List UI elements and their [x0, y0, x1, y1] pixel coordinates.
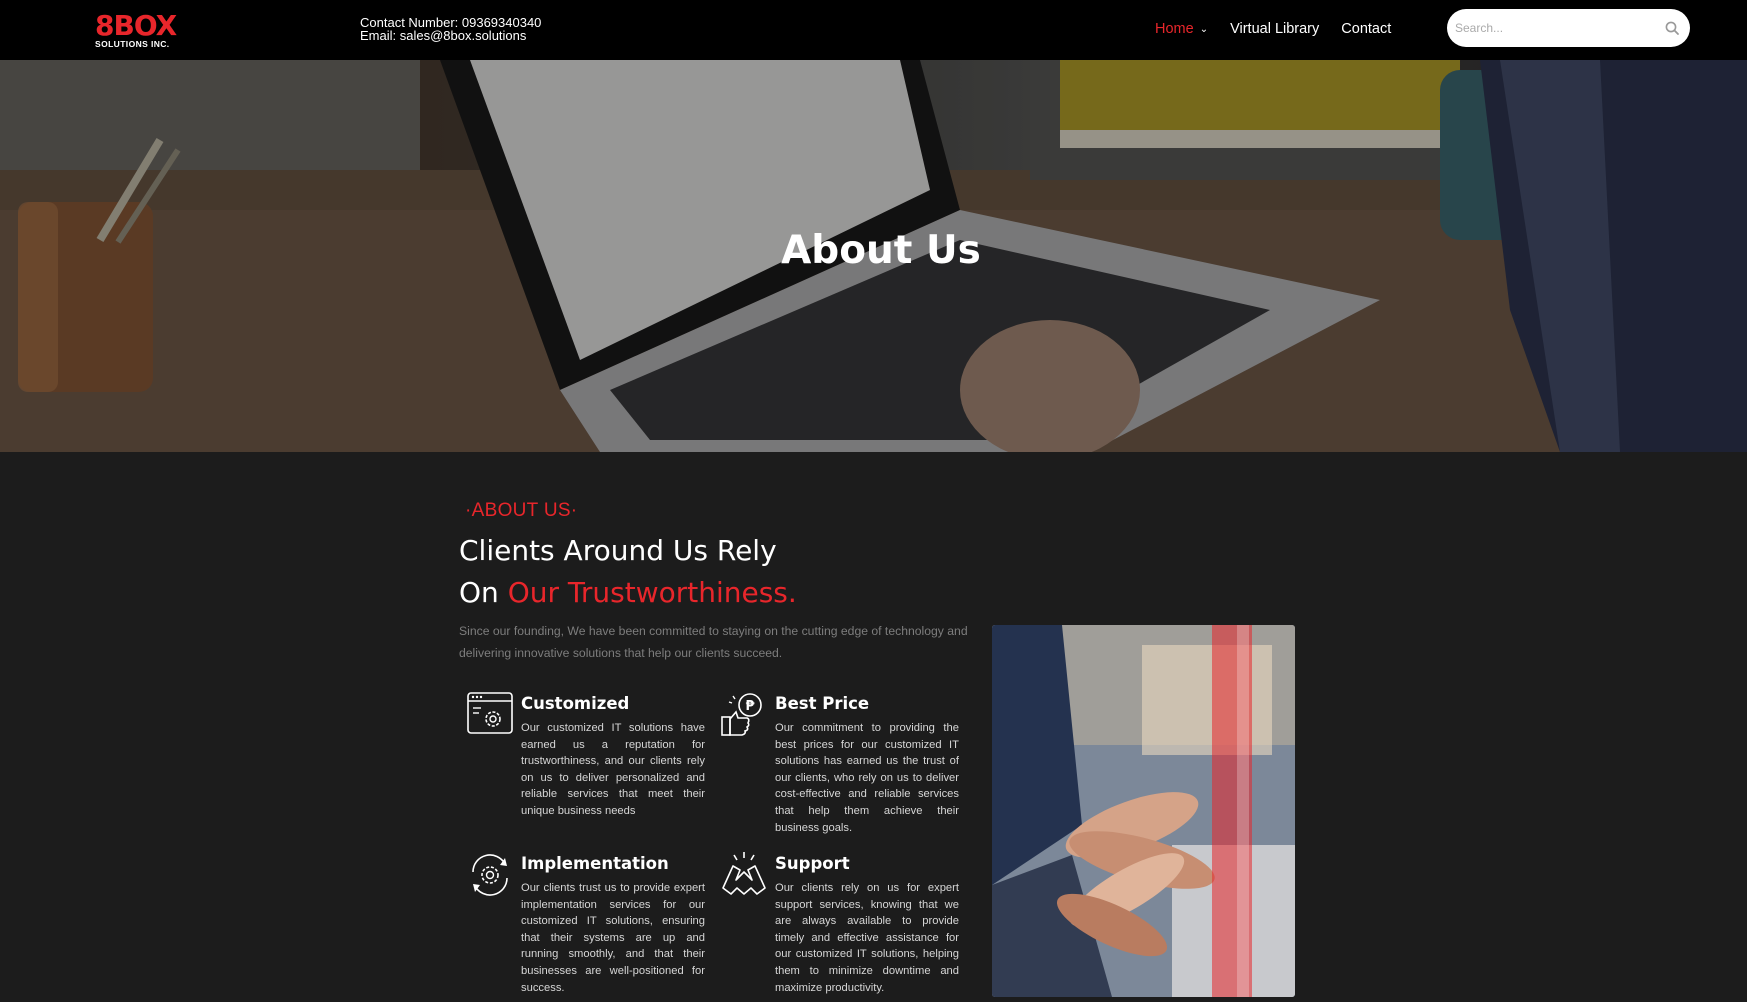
- feature-text: Our customized IT solutions have earned …: [521, 722, 705, 817]
- feature-text: Our clients rely on us for expert suppor…: [775, 882, 959, 994]
- settings-window-icon: [467, 692, 513, 734]
- feature-support: Support Our clients rely on us for exper…: [719, 850, 964, 1000]
- section-intro: Since our founding, We have been committ…: [459, 624, 968, 660]
- teamwork-image: [992, 625, 1295, 997]
- feature-title: Customized: [521, 694, 630, 713]
- svg-text:₱: ₱: [745, 699, 755, 714]
- search-icon[interactable]: [1664, 20, 1680, 36]
- nav-virtual-library[interactable]: Virtual Library: [1230, 21, 1319, 37]
- chevron-down-icon: ⌄: [1199, 23, 1209, 35]
- search-box: [1447, 9, 1690, 47]
- feature-customized: Customized Our customized IT solutions h…: [465, 690, 710, 830]
- nav-contact[interactable]: Contact: [1341, 21, 1391, 37]
- feature-implementation: Implementation Our clients trust us to p…: [465, 850, 710, 1000]
- page-title: About Us: [781, 228, 981, 273]
- teamwork-photo: [992, 625, 1295, 997]
- section-headline: Clients Around Us Rely On Our Trustworth…: [459, 530, 797, 614]
- main-nav: Home ⌄ Virtual Library Contact: [1155, 21, 1391, 37]
- gear-cycle-icon: [472, 854, 508, 896]
- hero-banner: About Us: [0, 60, 1747, 452]
- headline-highlight: Our Trustworthiness.: [507, 576, 797, 609]
- feature-best-price: ₱ Best Price Our commitment to providing…: [719, 690, 964, 845]
- feature-title: Implementation: [521, 854, 669, 873]
- contact-email: Email: sales@8box.solutions: [360, 28, 527, 43]
- search-input[interactable]: [1455, 21, 1664, 35]
- feature-text: Our commitment to providing the best pri…: [775, 722, 959, 834]
- feature-title: Best Price: [775, 694, 870, 713]
- logo[interactable]: 8BOX SOLUTIONS INC.: [95, 9, 185, 50]
- nav-home[interactable]: Home ⌄: [1155, 21, 1208, 37]
- headline-prefix: On: [459, 576, 508, 609]
- top-header: 8BOX SOLUTIONS INC. Contact Number: 0936…: [0, 0, 1747, 60]
- thumbs-up-price-icon: ₱: [721, 693, 762, 736]
- contact-info: Contact Number: 09369340340 Email: sales…: [360, 16, 541, 42]
- about-section: ·ABOUT US· Clients Around Us Rely On Our…: [0, 452, 1747, 1002]
- headline-line1: Clients Around Us Rely: [459, 534, 777, 567]
- nav-home-label: Home: [1155, 21, 1194, 37]
- handshake-icon: [722, 852, 766, 895]
- feature-text: Our clients trust us to provide expert i…: [521, 882, 705, 994]
- feature-title: Support: [775, 854, 850, 873]
- headline-line2: On Our Trustworthiness.: [459, 572, 797, 614]
- section-eyebrow: ·ABOUT US·: [465, 500, 578, 521]
- logo-mark: 8BOX: [95, 9, 177, 42]
